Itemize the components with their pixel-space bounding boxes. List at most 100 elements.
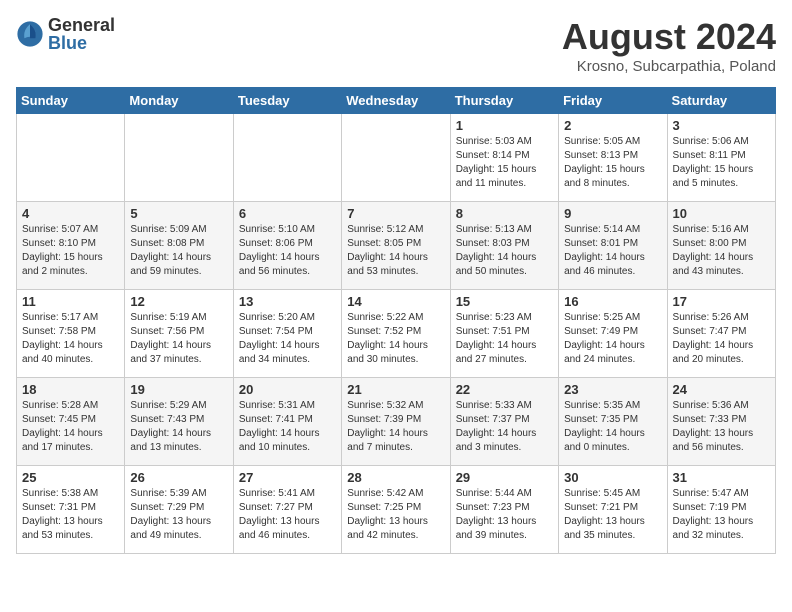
- table-row: [17, 114, 125, 202]
- day-number: 30: [564, 470, 661, 485]
- day-number: 18: [22, 382, 119, 397]
- calendar-week-row: 4 Sunrise: 5:07 AM Sunset: 8:10 PM Daylig…: [17, 202, 776, 290]
- day-number: 12: [130, 294, 227, 309]
- table-row: 5 Sunrise: 5:09 AM Sunset: 8:08 PM Daylig…: [125, 202, 233, 290]
- table-row: 3Sunrise: 5:06 AM Sunset: 8:11 PM Daylig…: [667, 114, 775, 202]
- page-header: General Blue August 2024 Krosno, Subcarp…: [16, 16, 776, 75]
- day-number: 27: [239, 470, 336, 485]
- table-row: 1 Sunrise: 5:03 AM Sunset: 8:14 PM Daylig…: [450, 114, 558, 202]
- table-row: 6 Sunrise: 5:10 AM Sunset: 8:06 PM Daylig…: [233, 202, 341, 290]
- table-row: 22Sunrise: 5:33 AM Sunset: 7:37 PM Dayli…: [450, 378, 558, 466]
- day-number: 24: [673, 382, 770, 397]
- day-number: 10: [673, 206, 770, 221]
- day-info: Sunrise: 5:16 AM Sunset: 8:00 PM Dayligh…: [673, 223, 770, 279]
- table-row: 4 Sunrise: 5:07 AM Sunset: 8:10 PM Daylig…: [17, 202, 125, 290]
- header-friday: Friday: [559, 88, 667, 114]
- day-number: 28: [347, 470, 444, 485]
- day-info: Sunrise: 5:22 AM Sunset: 7:52 PM Dayligh…: [347, 311, 444, 367]
- day-number: 7: [347, 206, 444, 221]
- day-info: Sunrise: 5:25 AM Sunset: 7:49 PM Dayligh…: [564, 311, 661, 367]
- day-info: Sunrise: 5:06 AM Sunset: 8:11 PM Dayligh…: [673, 135, 770, 191]
- table-row: 31Sunrise: 5:47 AM Sunset: 7:19 PM Dayli…: [667, 466, 775, 554]
- table-row: 19 Sunrise: 5:29 AM Sunset: 7:43 PM Dayli…: [125, 378, 233, 466]
- day-number: 17: [673, 294, 770, 309]
- day-number: 22: [456, 382, 553, 397]
- day-info: Sunrise: 5:39 AM Sunset: 7:29 PM Dayligh…: [130, 487, 227, 543]
- table-row: 18 Sunrise: 5:28 AM Sunset: 7:45 PM Dayli…: [17, 378, 125, 466]
- logo-general-text: General: [48, 16, 115, 34]
- day-info: Sunrise: 5:10 AM Sunset: 8:06 PM Dayligh…: [239, 223, 336, 279]
- table-row: 17 Sunrise: 5:26 AM Sunset: 7:47 PM Dayli…: [667, 290, 775, 378]
- day-info: Sunrise: 5:38 AM Sunset: 7:31 PM Dayligh…: [22, 487, 119, 543]
- table-row: 15 Sunrise: 5:23 AM Sunset: 7:51 PM Dayli…: [450, 290, 558, 378]
- table-row: 14Sunrise: 5:22 AM Sunset: 7:52 PM Dayli…: [342, 290, 450, 378]
- day-info: Sunrise: 5:26 AM Sunset: 7:47 PM Dayligh…: [673, 311, 770, 367]
- day-info: Sunrise: 5:03 AM Sunset: 8:14 PM Dayligh…: [456, 135, 553, 191]
- table-row: 16 Sunrise: 5:25 AM Sunset: 7:49 PM Dayli…: [559, 290, 667, 378]
- calendar-header-row: Sunday Monday Tuesday Wednesday Thursday…: [17, 88, 776, 114]
- table-row: 24 Sunrise: 5:36 AM Sunset: 7:33 PM Dayli…: [667, 378, 775, 466]
- day-number: 29: [456, 470, 553, 485]
- table-row: 21 Sunrise: 5:32 AM Sunset: 7:39 PM Dayli…: [342, 378, 450, 466]
- day-number: 16: [564, 294, 661, 309]
- day-info: Sunrise: 5:07 AM Sunset: 8:10 PM Dayligh…: [22, 223, 119, 279]
- table-row: 10 Sunrise: 5:16 AM Sunset: 8:00 PM Dayli…: [667, 202, 775, 290]
- title-block: August 2024 Krosno, Subcarpathia, Poland: [562, 16, 776, 75]
- table-row: 7 Sunrise: 5:12 AM Sunset: 8:05 PM Daylig…: [342, 202, 450, 290]
- calendar-week-row: 1 Sunrise: 5:03 AM Sunset: 8:14 PM Daylig…: [17, 114, 776, 202]
- day-number: 6: [239, 206, 336, 221]
- day-info: Sunrise: 5:47 AM Sunset: 7:19 PM Dayligh…: [673, 487, 770, 543]
- day-number: 13: [239, 294, 336, 309]
- table-row: 27 Sunrise: 5:41 AM Sunset: 7:27 PM Dayli…: [233, 466, 341, 554]
- day-number: 26: [130, 470, 227, 485]
- day-info: Sunrise: 5:41 AM Sunset: 7:27 PM Dayligh…: [239, 487, 336, 543]
- table-row: 25 Sunrise: 5:38 AM Sunset: 7:31 PM Dayli…: [17, 466, 125, 554]
- day-info: Sunrise: 5:17 AM Sunset: 7:58 PM Dayligh…: [22, 311, 119, 367]
- header-tuesday: Tuesday: [233, 88, 341, 114]
- day-number: 4: [22, 206, 119, 221]
- day-info: Sunrise: 5:05 AM Sunset: 8:13 PM Dayligh…: [564, 135, 661, 191]
- location-subtitle: Krosno, Subcarpathia, Poland: [562, 58, 776, 75]
- header-sunday: Sunday: [17, 88, 125, 114]
- day-info: Sunrise: 5:14 AM Sunset: 8:01 PM Dayligh…: [564, 223, 661, 279]
- table-row: 11 Sunrise: 5:17 AM Sunset: 7:58 PM Dayli…: [17, 290, 125, 378]
- calendar-week-row: 18 Sunrise: 5:28 AM Sunset: 7:45 PM Dayli…: [17, 378, 776, 466]
- table-row: 8Sunrise: 5:13 AM Sunset: 8:03 PM Daylig…: [450, 202, 558, 290]
- header-wednesday: Wednesday: [342, 88, 450, 114]
- day-info: Sunrise: 5:28 AM Sunset: 7:45 PM Dayligh…: [22, 399, 119, 455]
- day-number: 11: [22, 294, 119, 309]
- table-row: 29 Sunrise: 5:44 AM Sunset: 7:23 PM Dayli…: [450, 466, 558, 554]
- day-number: 1: [456, 118, 553, 133]
- day-number: 15: [456, 294, 553, 309]
- day-info: Sunrise: 5:45 AM Sunset: 7:21 PM Dayligh…: [564, 487, 661, 543]
- day-info: Sunrise: 5:23 AM Sunset: 7:51 PM Dayligh…: [456, 311, 553, 367]
- day-number: 9: [564, 206, 661, 221]
- table-row: 2 Sunrise: 5:05 AM Sunset: 8:13 PM Daylig…: [559, 114, 667, 202]
- day-info: Sunrise: 5:12 AM Sunset: 8:05 PM Dayligh…: [347, 223, 444, 279]
- day-info: Sunrise: 5:19 AM Sunset: 7:56 PM Dayligh…: [130, 311, 227, 367]
- calendar-table: Sunday Monday Tuesday Wednesday Thursday…: [16, 87, 776, 554]
- table-row: 13Sunrise: 5:20 AM Sunset: 7:54 PM Dayli…: [233, 290, 341, 378]
- header-saturday: Saturday: [667, 88, 775, 114]
- day-info: Sunrise: 5:31 AM Sunset: 7:41 PM Dayligh…: [239, 399, 336, 455]
- day-number: 2: [564, 118, 661, 133]
- day-number: 25: [22, 470, 119, 485]
- calendar-week-row: 11 Sunrise: 5:17 AM Sunset: 7:58 PM Dayli…: [17, 290, 776, 378]
- table-row: 23Sunrise: 5:35 AM Sunset: 7:35 PM Dayli…: [559, 378, 667, 466]
- day-number: 8: [456, 206, 553, 221]
- logo: General Blue: [16, 16, 115, 52]
- day-number: 21: [347, 382, 444, 397]
- day-number: 19: [130, 382, 227, 397]
- header-thursday: Thursday: [450, 88, 558, 114]
- day-info: Sunrise: 5:32 AM Sunset: 7:39 PM Dayligh…: [347, 399, 444, 455]
- day-info: Sunrise: 5:36 AM Sunset: 7:33 PM Dayligh…: [673, 399, 770, 455]
- day-info: Sunrise: 5:09 AM Sunset: 8:08 PM Dayligh…: [130, 223, 227, 279]
- day-info: Sunrise: 5:29 AM Sunset: 7:43 PM Dayligh…: [130, 399, 227, 455]
- header-monday: Monday: [125, 88, 233, 114]
- day-number: 23: [564, 382, 661, 397]
- table-row: 9 Sunrise: 5:14 AM Sunset: 8:01 PM Daylig…: [559, 202, 667, 290]
- day-number: 5: [130, 206, 227, 221]
- table-row: 20Sunrise: 5:31 AM Sunset: 7:41 PM Dayli…: [233, 378, 341, 466]
- day-info: Sunrise: 5:44 AM Sunset: 7:23 PM Dayligh…: [456, 487, 553, 543]
- month-year-title: August 2024: [562, 16, 776, 58]
